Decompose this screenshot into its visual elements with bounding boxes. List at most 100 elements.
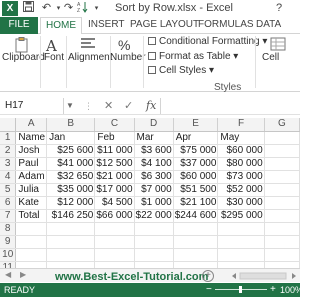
row-header[interactable]: 4 (0, 170, 17, 184)
cell-g2[interactable] (264, 144, 301, 158)
column-header-f[interactable]: F (217, 118, 265, 132)
zoom-in-button[interactable]: + (270, 284, 276, 295)
insert-function-icon[interactable]: fx (146, 98, 156, 114)
formula-input[interactable] (160, 98, 300, 114)
tab-home[interactable]: HOME (40, 17, 82, 35)
enter-icon[interactable]: ✓ (124, 98, 133, 114)
column-header-c[interactable]: C (94, 118, 135, 132)
horizontal-scrollbar[interactable] (230, 271, 298, 281)
cell-b4[interactable]: $32 650 (46, 170, 96, 184)
formula-bar-grip-icon[interactable]: ⋮ (84, 98, 93, 114)
cell-c2[interactable]: $11 000 (94, 144, 135, 158)
cell-g3[interactable] (264, 157, 301, 171)
cell-styles-button[interactable]: Cell Styles ▾ (148, 65, 214, 77)
cells-group-label[interactable]: Cell (262, 52, 279, 63)
font-group-label[interactable]: Font (44, 52, 64, 63)
cell-b9[interactable] (46, 235, 96, 249)
cell-d6[interactable]: $1 000 (134, 196, 174, 210)
cell-d8[interactable] (134, 222, 174, 236)
cell-a9[interactable] (15, 235, 48, 249)
cancel-icon[interactable]: ✕ (104, 98, 113, 114)
row-header[interactable]: 7 (0, 209, 17, 223)
cell-a2[interactable]: Josh (15, 144, 48, 158)
cell-f10[interactable] (217, 248, 265, 262)
percent-icon[interactable]: % (118, 37, 134, 53)
clipboard-icon[interactable] (14, 37, 30, 53)
cell-c1[interactable]: Feb (94, 131, 135, 145)
conditional-formatting-button[interactable]: Conditional Formatting ▾ (148, 36, 267, 48)
name-box[interactable]: H17 (0, 98, 64, 114)
cell-e3[interactable]: $37 000 (173, 157, 219, 171)
add-sheet-button[interactable]: + (202, 270, 214, 282)
name-box-dropdown-icon[interactable]: ▼ (65, 98, 75, 114)
cell-f5[interactable]: $52 000 (217, 183, 265, 197)
cell-c10[interactable] (94, 248, 135, 262)
cell-f6[interactable]: $30 000 (217, 196, 265, 210)
font-icon[interactable]: A (46, 37, 62, 55)
redo-icon[interactable]: ↷ (62, 1, 75, 16)
row-header[interactable]: 3 (0, 157, 17, 171)
row-header[interactable]: 5 (0, 183, 17, 197)
cell-e1[interactable]: Apr (173, 131, 219, 145)
cell-g4[interactable] (264, 170, 301, 184)
cell-a6[interactable]: Kate (15, 196, 48, 210)
cell-d1[interactable]: Mar (134, 131, 174, 145)
cell-e5[interactable]: $51 500 (173, 183, 219, 197)
cell-f8[interactable] (217, 222, 265, 236)
column-header-g[interactable]: G (264, 118, 301, 132)
cell-d5[interactable]: $7 000 (134, 183, 174, 197)
cell-e6[interactable]: $21 100 (173, 196, 219, 210)
cell-c3[interactable]: $12 500 (94, 157, 135, 171)
zoom-out-button[interactable]: − (206, 284, 212, 295)
cell-a3[interactable]: Paul (15, 157, 48, 171)
sheet-nav-prev-icon[interactable]: ◀ (5, 270, 11, 279)
sort-ascending-icon[interactable]: AZ (76, 1, 89, 16)
excel-logo-icon[interactable]: X (2, 1, 18, 16)
cell-g9[interactable] (264, 235, 301, 249)
zoom-slider[interactable] (215, 286, 267, 293)
row-header[interactable]: 1 (0, 131, 17, 145)
cell-d4[interactable]: $6 300 (134, 170, 174, 184)
cell-b7[interactable]: $146 250 (46, 209, 96, 223)
row-header[interactable]: 6 (0, 196, 17, 210)
cell-b8[interactable] (46, 222, 96, 236)
save-icon[interactable] (22, 1, 35, 16)
cell-f9[interactable] (217, 235, 265, 249)
number-group-label[interactable]: Number (110, 52, 146, 63)
tab-data[interactable]: DATA (256, 17, 281, 34)
cell-g7[interactable] (264, 209, 301, 223)
cell-b3[interactable]: $41 000 (46, 157, 96, 171)
cell-e10[interactable] (173, 248, 219, 262)
cell-c8[interactable] (94, 222, 135, 236)
format-as-table-button[interactable]: Format as Table ▾ (148, 51, 238, 63)
cell-g1[interactable] (264, 131, 301, 145)
cell-g10[interactable] (264, 248, 301, 262)
cell-e8[interactable] (173, 222, 219, 236)
column-header-b[interactable]: B (46, 118, 96, 132)
cell-a8[interactable] (15, 222, 48, 236)
zoom-slider-handle[interactable] (239, 286, 242, 293)
cell-b1[interactable]: Jan (46, 131, 96, 145)
cell-d2[interactable]: $3 600 (134, 144, 174, 158)
cell-c7[interactable]: $66 000 (94, 209, 135, 223)
cell-f1[interactable]: May (217, 131, 265, 145)
cell-d9[interactable] (134, 235, 174, 249)
tab-page-layout[interactable]: PAGE LAYOUT (130, 17, 199, 34)
cells-icon[interactable] (270, 37, 286, 51)
zoom-level[interactable]: 100% (280, 285, 303, 295)
cell-a10[interactable] (15, 248, 48, 262)
cell-a7[interactable]: Total (15, 209, 48, 223)
cell-d10[interactable] (134, 248, 174, 262)
customize-qat-icon[interactable]: ▾ (90, 1, 103, 16)
cell-f4[interactable]: $73 000 (217, 170, 265, 184)
cell-e9[interactable] (173, 235, 219, 249)
cell-c6[interactable]: $4 500 (94, 196, 135, 210)
row-header[interactable]: 2 (0, 144, 17, 158)
alignment-group-label[interactable]: Alignment (68, 52, 112, 63)
cell-a4[interactable]: Adam (15, 170, 48, 184)
clipboard-group-label[interactable]: Clipboard (2, 52, 45, 63)
cell-c4[interactable]: $21 000 (94, 170, 135, 184)
select-all-corner[interactable] (0, 118, 17, 132)
tab-file[interactable]: FILE (0, 17, 38, 34)
cell-g6[interactable] (264, 196, 301, 210)
